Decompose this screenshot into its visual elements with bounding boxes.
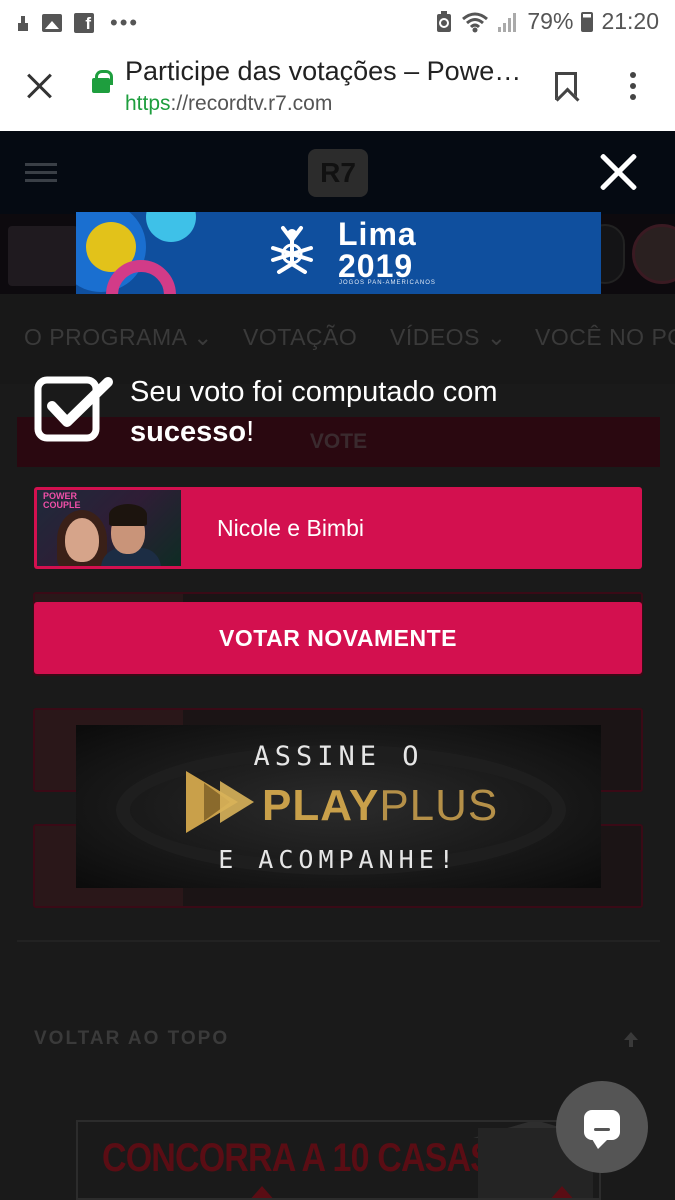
- chat-button[interactable]: [556, 1081, 648, 1173]
- battery-icon: [581, 11, 594, 32]
- image-notification-icon: [42, 14, 62, 32]
- checkbox-checked-icon: [34, 376, 113, 442]
- arrow-up-icon[interactable]: [622, 1030, 640, 1048]
- lima-2019-ad-banner[interactable]: Lima 2019 JOGOS PAN-AMERICANOS: [76, 212, 601, 294]
- modal-close-icon[interactable]: [598, 152, 638, 192]
- more-notifications-icon: •••: [110, 10, 140, 35]
- system-status: 79% 21:20: [435, 8, 659, 35]
- page-title: Participe das votações – Power Couple: [125, 56, 525, 86]
- site-nav: O PROGRAMA ⌄ VOTAÇÃO VÍDEOS ⌄ VOCÊ NO PO: [0, 294, 675, 384]
- close-tab-icon[interactable]: [24, 70, 56, 102]
- section-divider: [17, 940, 660, 942]
- chat-icon: [584, 1110, 620, 1149]
- back-to-top-link[interactable]: VOLTAR AO TOPO: [34, 1028, 229, 1050]
- selected-couple-card: POWER COUPLE Nicole e Bimbi: [34, 487, 642, 569]
- carousel-thumbnail[interactable]: [632, 224, 675, 284]
- nav-item-programa[interactable]: O PROGRAMA ⌄: [24, 324, 213, 351]
- lima-2019-emblem-icon: [271, 226, 313, 274]
- casas-ad-text: CONCORRA A 10 CASAS: [102, 1136, 493, 1180]
- nav-item-votacao[interactable]: VOTAÇÃO: [243, 324, 357, 351]
- nav-item-videos[interactable]: VÍDEOS ⌄: [390, 324, 507, 351]
- url-scheme: https: [125, 92, 171, 115]
- upload-notification-icon: [16, 14, 30, 32]
- recycle-icon: [437, 10, 452, 32]
- playplus-ad-tagline: E ACOMPANHE!: [218, 845, 459, 874]
- lima-2019-wordmark: Lima 2019: [338, 216, 417, 284]
- carousel-thumbnail[interactable]: [8, 226, 78, 286]
- playplus-ad-banner[interactable]: ASSINE O PLAYPLUS E ACOMPANHE!: [76, 725, 601, 888]
- clock: 21:20: [601, 8, 659, 34]
- battery-percent: 79%: [527, 8, 574, 34]
- power-couple-logo: POWER COUPLE: [43, 491, 81, 510]
- url-host: ://recordtv.r7.com: [170, 92, 333, 115]
- couple-photo: POWER COUPLE: [37, 490, 181, 566]
- playplus-ad-headline: ASSINE O: [253, 741, 424, 772]
- playplus-play-icon: [186, 771, 254, 833]
- lock-icon: [92, 70, 113, 93]
- wifi-icon: [462, 12, 489, 32]
- page-url[interactable]: https://recordtv.r7.com: [125, 92, 332, 116]
- vote-success-message: Seu voto foi computado com sucesso!: [130, 376, 498, 448]
- signal-icon: [498, 12, 517, 32]
- more-menu-icon[interactable]: [630, 72, 638, 102]
- playplus-logo: PLAYPLUS: [262, 781, 499, 830]
- status-bar: f ••• 79% 21:20: [0, 0, 675, 42]
- bookmark-icon[interactable]: [555, 72, 577, 100]
- vote-again-button[interactable]: VOTAR NOVAMENTE: [34, 602, 642, 674]
- facebook-notification-icon: f: [74, 13, 94, 33]
- lima-2019-subtitle: JOGOS PAN-AMERICANOS: [339, 280, 436, 286]
- casas-ad-banner[interactable]: CONCORRA A 10 CASAS: [76, 1120, 601, 1200]
- nav-item-voce-no-power[interactable]: VOCÊ NO PO: [535, 324, 675, 351]
- hamburger-menu-icon[interactable]: [25, 163, 57, 183]
- r7-logo: R7: [308, 149, 368, 197]
- notification-icons: f •••: [16, 10, 139, 36]
- site-header: R7: [0, 131, 675, 214]
- browser-toolbar: Participe das votações – Power Couple ht…: [0, 42, 675, 131]
- selected-couple-name: Nicole e Bimbi: [217, 515, 364, 541]
